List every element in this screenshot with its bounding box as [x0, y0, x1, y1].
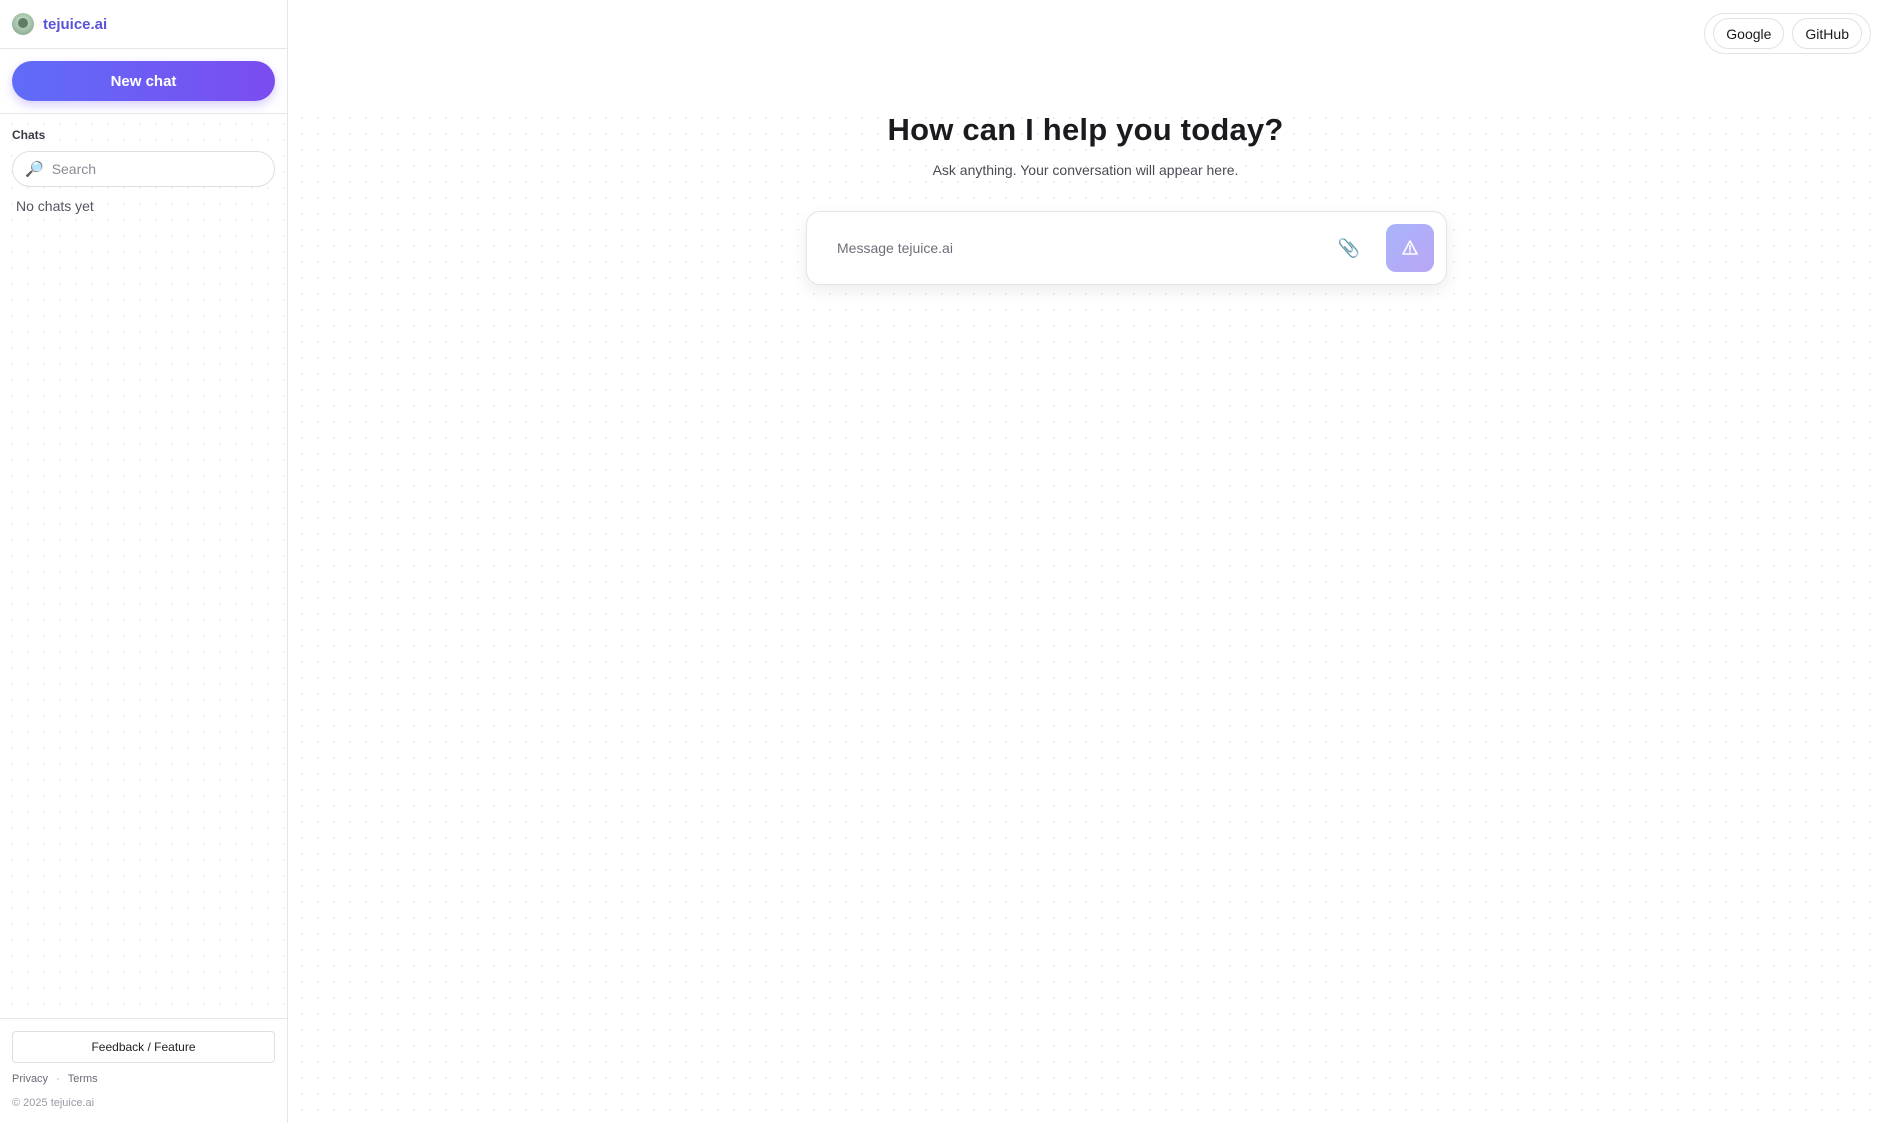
google-signin-button[interactable]: Google: [1713, 18, 1785, 49]
brand-logo-icon: [12, 13, 34, 35]
page-title: How can I help you today?: [887, 112, 1284, 147]
empty-chats-message: No chats yet: [16, 198, 94, 214]
auth-buttons: Google GitHub: [1704, 13, 1871, 54]
send-button[interactable]: [1386, 224, 1434, 272]
privacy-link[interactable]: Privacy: [12, 1073, 48, 1085]
brand-header: tejuice.ai: [0, 0, 287, 49]
chats-section: Chats 🔎 No chats yet: [0, 114, 287, 1018]
hero: How can I help you today? Ask anything. …: [288, 112, 1883, 178]
attach-button[interactable]: 📎: [1334, 233, 1364, 263]
app-root: tejuice.ai New chat Chats 🔎 No chats yet…: [0, 0, 1883, 1123]
separator-dot: ·: [56, 1073, 60, 1085]
search-input[interactable]: [49, 160, 250, 178]
search-icon: 🔎: [25, 161, 44, 178]
brand-name[interactable]: tejuice.ai: [43, 16, 107, 33]
terms-link[interactable]: Terms: [68, 1073, 98, 1085]
message-composer: 📎: [806, 211, 1447, 285]
github-signin-button[interactable]: GitHub: [1792, 18, 1862, 49]
send-icon: [1402, 240, 1418, 255]
legal-links: Privacy · Terms: [12, 1073, 275, 1085]
page-subtitle: Ask anything. Your conversation will app…: [932, 162, 1239, 178]
chats-heading: Chats: [12, 128, 46, 142]
search-box[interactable]: 🔎: [12, 151, 275, 187]
feedback-button[interactable]: Feedback / Feature: [12, 1031, 275, 1063]
main-area: Google GitHub How can I help you today? …: [288, 0, 1883, 1123]
paperclip-icon: 📎: [1337, 237, 1361, 258]
new-chat-button[interactable]: New chat: [12, 61, 275, 101]
sidebar-footer: Feedback / Feature Privacy · Terms © 202…: [0, 1018, 287, 1123]
new-chat-section: New chat: [0, 49, 287, 114]
message-input[interactable]: [835, 239, 1334, 257]
main-top-band: [288, 0, 1883, 110]
copyright: © 2025 tejuice.ai: [12, 1097, 95, 1109]
sidebar: tejuice.ai New chat Chats 🔎 No chats yet…: [0, 0, 288, 1123]
